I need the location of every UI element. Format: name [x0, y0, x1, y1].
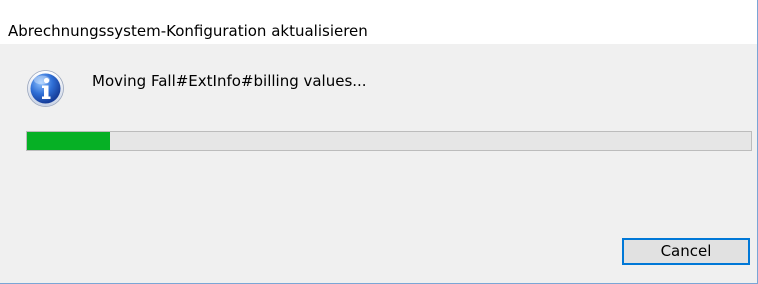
info-icon: [27, 70, 64, 107]
window-title: Abrechnungssystem-Konfiguration aktualis…: [8, 22, 368, 40]
dialog-window: Abrechnungssystem-Konfiguration aktualis…: [0, 0, 758, 284]
title-bar[interactable]: Abrechnungssystem-Konfiguration aktualis…: [0, 0, 757, 44]
cancel-button[interactable]: Cancel: [622, 238, 750, 265]
status-message: Moving Fall#ExtInfo#billing values...: [92, 72, 367, 90]
dialog-content: Moving Fall#ExtInfo#billing values... Ca…: [0, 44, 757, 283]
progress-bar-fill: [27, 132, 111, 150]
progress-bar: [26, 131, 752, 151]
